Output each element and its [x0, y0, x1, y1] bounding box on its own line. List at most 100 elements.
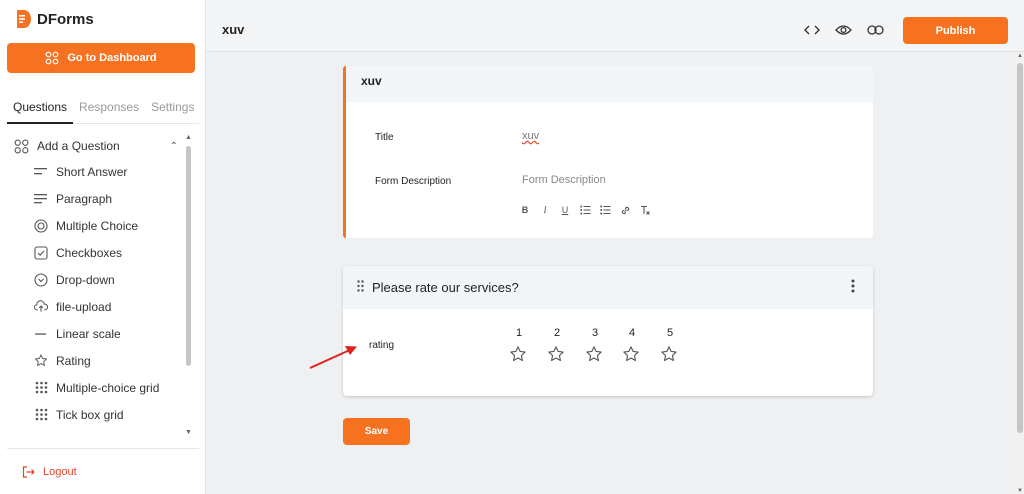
star-icon[interactable]: [585, 345, 603, 363]
sidebar-tabs: Questions Responses Settings: [7, 96, 199, 124]
italic-icon[interactable]: I: [539, 205, 551, 218]
sidebar-scrollbar[interactable]: ▲ ▼: [185, 134, 192, 436]
grid-icon: [34, 381, 48, 395]
logout-label: Logout: [43, 466, 77, 478]
question-type-label: Multiple Choice: [56, 218, 139, 233]
title-label: Title: [375, 132, 394, 143]
link-icon[interactable]: [866, 22, 884, 38]
question-type-drop-down[interactable]: Drop-down: [0, 266, 186, 293]
ordered-list-icon[interactable]: [579, 205, 591, 218]
star-icon[interactable]: [622, 345, 640, 363]
star-icon[interactable]: [547, 345, 565, 363]
logout-icon: [22, 466, 35, 478]
question-type-label: Paragraph: [56, 191, 113, 206]
app-name: DForms: [37, 10, 94, 28]
question-type-label: Short Answer: [56, 164, 128, 179]
dropdown-icon: [34, 272, 48, 287]
go-to-dashboard-label: Go to Dashboard: [67, 52, 157, 64]
question-type-rating[interactable]: Rating: [0, 347, 186, 374]
question-type-label: file-upload: [56, 299, 112, 314]
underline-icon[interactable]: U: [559, 205, 571, 218]
question-type-label: Rating: [56, 353, 91, 368]
rating-number: 4: [628, 327, 636, 339]
question-type-label: Drop-down: [56, 272, 115, 287]
chevron-up-icon[interactable]: ⌃: [170, 141, 178, 152]
checkbox-icon: [34, 245, 48, 260]
radio-icon: [34, 218, 48, 233]
tab-questions[interactable]: Questions: [7, 96, 74, 124]
tab-responses[interactable]: Responses: [73, 96, 145, 124]
scroll-up-arrow-icon[interactable]: ▲: [1017, 53, 1023, 59]
rating-number: 5: [666, 327, 674, 339]
rich-text-toolbar: B I U: [519, 205, 651, 218]
question-type-tick-box-grid[interactable]: Tick box grid: [0, 401, 186, 428]
rating-number: 1: [515, 327, 523, 339]
scroll-up-arrow-icon[interactable]: ▲: [185, 134, 192, 141]
question-title: Please rate our services?: [372, 280, 519, 295]
rating-option-2[interactable]: 2: [547, 327, 567, 363]
dforms-logo-icon: [17, 10, 31, 28]
rating-number: 2: [553, 327, 561, 339]
bold-icon[interactable]: B: [519, 205, 531, 218]
more-options-icon[interactable]: [851, 279, 855, 296]
form-description-label: Form Description: [375, 176, 452, 187]
upload-icon: [34, 300, 48, 314]
question-type-label: Multiple-choice grid: [56, 380, 160, 395]
star-icon[interactable]: [660, 345, 678, 363]
linear-scale-icon: [34, 327, 48, 341]
rating-option-5[interactable]: 5: [660, 327, 680, 363]
question-type-linear-scale[interactable]: Linear scale: [0, 320, 186, 347]
short-answer-icon: [34, 165, 48, 179]
form-details-card: xuv Title xuv Form Description Form Desc…: [343, 66, 873, 238]
tab-settings[interactable]: Settings: [145, 96, 200, 124]
sidebar-scroll-thumb[interactable]: [186, 146, 191, 366]
question-type-label: Linear scale: [56, 326, 121, 341]
insert-link-icon[interactable]: [619, 205, 631, 218]
question-type-label: Checkboxes: [56, 245, 123, 260]
form-description-input[interactable]: Form Description: [522, 174, 606, 186]
star-icon[interactable]: [509, 345, 527, 363]
add-question-label: Add a Question: [37, 139, 120, 153]
scroll-down-arrow-icon[interactable]: ▼: [185, 429, 192, 436]
question-type-multiple-choice[interactable]: Multiple Choice: [0, 212, 186, 239]
add-question-toggle[interactable]: Add a Question ⌃: [0, 134, 186, 158]
question-type-file-upload[interactable]: file-upload: [0, 293, 186, 320]
grid-icon: [34, 408, 48, 422]
question-type-checkboxes[interactable]: Checkboxes: [0, 239, 186, 266]
sidebar: DForms Go to Dashboard Questions Respons…: [0, 0, 206, 494]
logout-button[interactable]: Logout: [22, 466, 77, 478]
go-to-dashboard-button[interactable]: Go to Dashboard: [7, 43, 195, 73]
main-scroll-thumb[interactable]: [1017, 63, 1023, 433]
code-icon[interactable]: [803, 22, 821, 38]
drag-handle-icon[interactable]: [357, 280, 364, 295]
save-button[interactable]: Save: [343, 418, 410, 445]
main-scrollbar[interactable]: ▲ ▼: [1016, 53, 1024, 494]
bullet-list-icon[interactable]: [599, 205, 611, 218]
question-type-paragraph[interactable]: Paragraph: [0, 185, 186, 212]
scroll-down-arrow-icon[interactable]: ▼: [1017, 488, 1023, 494]
question-type-label: Tick box grid: [56, 407, 124, 422]
preview-eye-icon[interactable]: [834, 22, 852, 38]
rating-field-label: rating: [369, 340, 395, 351]
dashboard-icon: [45, 51, 59, 65]
title-input[interactable]: xuv: [522, 130, 539, 142]
star-icon: [34, 354, 48, 368]
app-logo[interactable]: DForms: [16, 9, 94, 29]
sidebar-divider: [7, 448, 199, 449]
form-card-heading: xuv: [346, 66, 873, 102]
question-type-short-answer[interactable]: Short Answer: [0, 158, 186, 185]
rating-option-1[interactable]: 1: [509, 327, 529, 363]
clear-format-icon[interactable]: [639, 205, 651, 218]
question-card-header: Please rate our services?: [343, 266, 873, 309]
paragraph-icon: [34, 192, 48, 206]
add-question-icon: [14, 139, 29, 153]
rating-option-4[interactable]: 4: [622, 327, 642, 363]
top-header: xuv Publish: [206, 0, 1024, 52]
question-type-list: Add a Question ⌃ Short Answer Paragraph …: [0, 134, 186, 428]
form-name-title: xuv: [222, 22, 245, 37]
rating-question-card[interactable]: Please rate our services? rating 1 2 3 4…: [343, 266, 873, 396]
rating-option-3[interactable]: 3: [585, 327, 605, 363]
rating-number: 3: [591, 327, 599, 339]
question-type-multiple-choice-grid[interactable]: Multiple-choice grid: [0, 374, 186, 401]
publish-button[interactable]: Publish: [903, 17, 1008, 44]
